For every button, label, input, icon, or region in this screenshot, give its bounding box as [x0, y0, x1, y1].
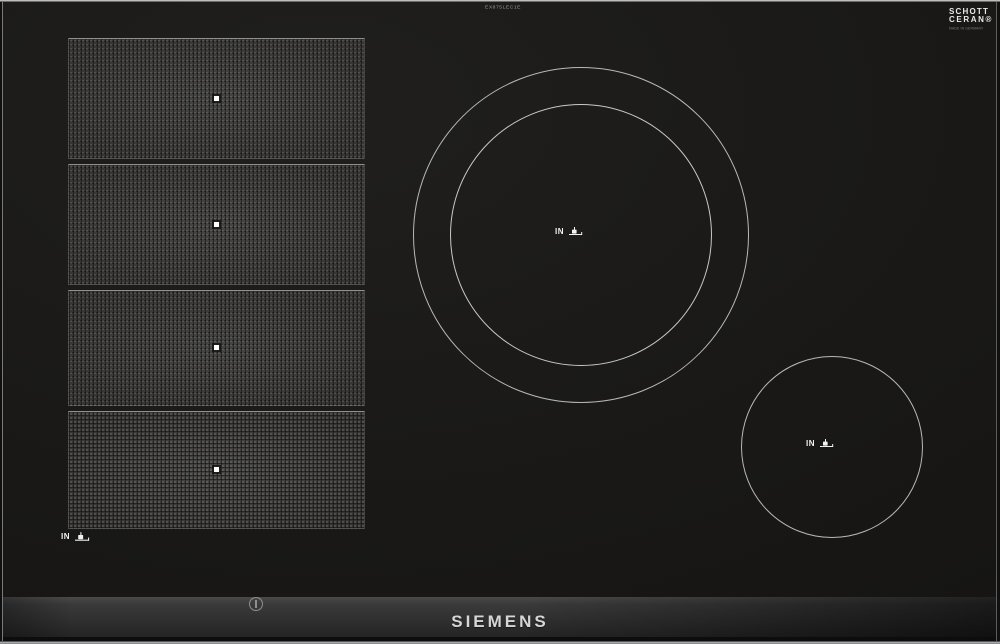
zone-center-dot-icon	[213, 95, 219, 101]
zone-center-dot-icon	[213, 221, 219, 227]
flex-zone-induction-marking: IN	[61, 532, 90, 542]
schott-logo-line2: CERAN®	[949, 15, 993, 25]
cooktop-product-photo: EX875LEC1E SCHOTT CERAN® MADE IN GERMANY…	[0, 0, 1000, 644]
large-zone-induction-marking: IN	[555, 227, 583, 236]
pan-icon	[75, 532, 90, 541]
zone-center-dot-icon	[213, 345, 219, 350]
pan-icon	[569, 227, 583, 235]
ceramic-glass-surface: EX875LEC1E SCHOTT CERAN® MADE IN GERMANY…	[3, 2, 996, 597]
schott-logo-subline: MADE IN GERMANY	[949, 26, 984, 31]
power-icon	[249, 597, 263, 611]
frame-edge-left	[2, 2, 3, 641]
pan-icon	[820, 439, 834, 447]
brand-logo: SIEMENS	[451, 612, 549, 631]
small-zone-induction-marking: IN	[806, 439, 834, 448]
frame-edge-top	[0, 0, 1000, 2]
zone-center-dot-icon	[213, 467, 219, 472]
flex-zone-segment-1	[68, 38, 365, 159]
model-number-print: EX875LEC1E	[484, 4, 522, 10]
flex-zone-segment-4	[68, 411, 365, 529]
flex-zone-segment-2	[68, 164, 365, 285]
induction-label: IN	[806, 438, 815, 448]
frame-edge-right	[996, 2, 997, 641]
induction-label: IN	[61, 532, 70, 541]
schott-ceran-logo: SCHOTT CERAN® MADE IN GERMANY	[949, 7, 997, 35]
flex-zone-segment-3	[68, 290, 365, 406]
induction-label: IN	[555, 226, 564, 236]
